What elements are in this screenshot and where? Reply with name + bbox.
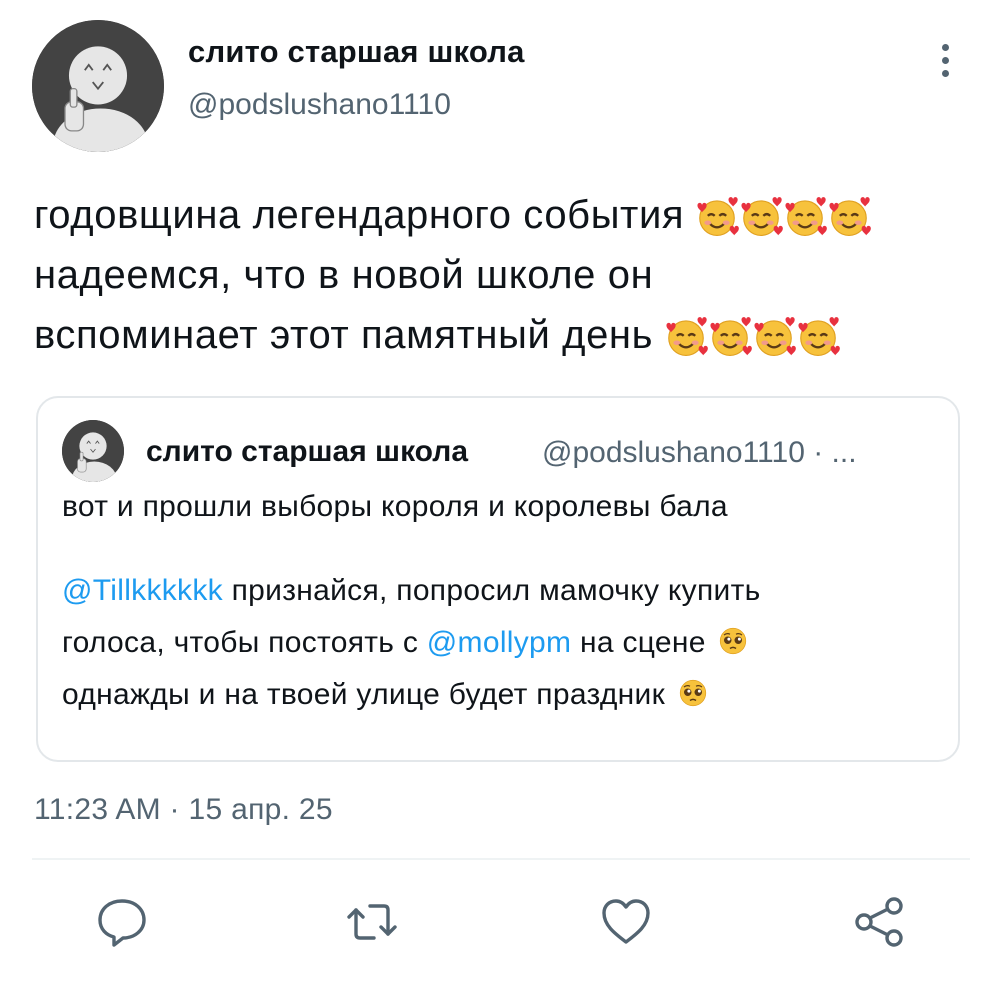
quote-line-text: вот и прошли выборы короля и королевы ба… [62,490,728,523]
like-icon[interactable] [596,892,656,952]
smiling-face-with-hearts-icon [826,194,872,240]
emoji-group [665,313,841,357]
author-name[interactable]: слито старшая школа [188,34,525,70]
smiling-face-with-hearts-icon [663,314,709,360]
more-vertical-icon[interactable] [930,44,960,86]
quote-line: @Tillkkkkkk признайся, попросил мамочку … [62,574,761,608]
quote-line-text: голоса, чтобы постоять с [62,626,427,659]
quote-author-name: слито старшая школа [146,435,469,468]
tweet-line-text: надеемся, что в новой школе он [34,253,654,297]
mention-link[interactable]: @Tillkkkkkk [62,574,223,607]
smiling-face-with-hearts-icon [782,194,828,240]
quote-line-text: на сцене [571,626,706,659]
tweet-line: годовщина легендарного события [34,185,974,245]
tweet-line: надеемся, что в новой школе он [34,245,974,305]
tweet-line: вспоминает этот памятный день [34,305,974,365]
author-handle[interactable]: @podslushano1110 [188,88,451,122]
reply-icon[interactable] [92,892,152,952]
tweet-detail: слито старшая школа @podslushano1110 год… [0,0,1000,1000]
pleading-face-icon [678,678,708,708]
retweet-icon[interactable] [342,892,402,952]
quote-line-text: однажды и на твоей улице будет праздник [62,678,666,711]
share-icon[interactable] [850,892,910,952]
quote-line: вот и прошли выборы короля и королевы ба… [62,490,728,524]
avatar-icon[interactable] [62,420,124,482]
quote-line-text: признайся, попросил мамочку купить [222,574,761,607]
tweet-line-text: вспоминает этот памятный день [34,313,654,357]
smiling-face-with-hearts-icon [694,194,740,240]
pleading-face-icon [718,626,748,656]
tweet-text: годовщина легендарного события надеемся,… [34,185,974,365]
mention-link[interactable]: @mollypm [427,626,572,659]
quote-line: однажды и на твоей улице будет праздник [62,678,708,712]
avatar-icon[interactable] [32,20,164,152]
quote-line: голоса, чтобы постоять с @mollypm на сце… [62,626,748,660]
smiling-face-with-hearts-icon [738,194,784,240]
smiling-face-with-hearts-icon [707,314,753,360]
tweet-line-text: годовщина легендарного события [34,193,685,237]
smiling-face-with-hearts-icon [795,314,841,360]
divider [32,858,970,860]
quote-author-handle: @podslushano1110 · ... [542,436,857,469]
timestamp[interactable]: 11:23 AM · 15 апр. 25 [34,793,333,827]
emoji-group [696,193,872,237]
smiling-face-with-hearts-icon [751,314,797,360]
quoted-tweet[interactable]: слито старшая школа @podslushano1110 · .… [36,396,960,762]
